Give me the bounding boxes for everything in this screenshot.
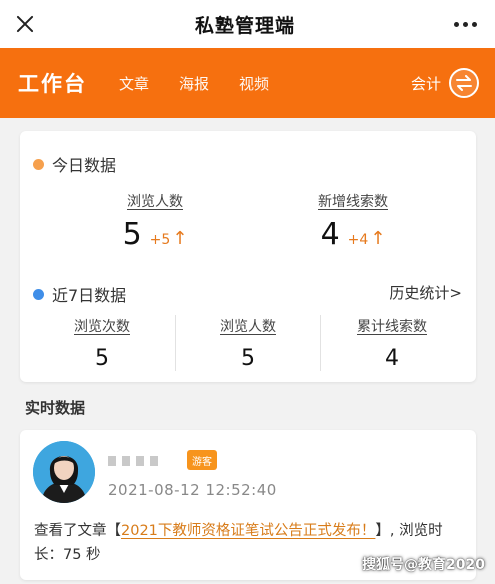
page-title: 私塾管理端 [194, 14, 295, 37]
week-views-count[interactable]: 浏览次数 5 [26, 316, 178, 371]
article-link[interactable]: 2021下教师资格证笔试公告正式发布！ [121, 523, 375, 539]
week-leads-total[interactable]: 累计线索数 4 [316, 316, 468, 371]
top-bar: 私塾管理端 [0, 0, 495, 48]
account-name[interactable]: 会计 [411, 73, 441, 94]
up-arrow-icon: ↑ [370, 228, 386, 249]
tab-articles[interactable]: 文章 [119, 73, 149, 94]
tab-videos[interactable]: 视频 [239, 73, 269, 94]
visitor-badge: 游客 [187, 450, 217, 470]
close-icon[interactable] [14, 13, 36, 35]
visit-time: 2021-08-12 12:52:40 [108, 481, 277, 499]
nav-brand-workbench[interactable]: 工作台 [18, 68, 87, 98]
today-section-header: 今日数据 [33, 152, 116, 176]
week-leads-total-label[interactable]: 累计线索数 [316, 316, 468, 336]
today-views-label[interactable]: 浏览人数 [80, 191, 230, 211]
swap-icon[interactable] [449, 68, 479, 98]
action-prefix: 查看了文章【 [34, 523, 121, 539]
week-visitors-value: 5 [241, 346, 255, 371]
week-dot-icon [33, 288, 44, 300]
main-nav: 工作台 文章 海报 视频 会计 [0, 48, 495, 118]
blurred-visitor-name [108, 456, 158, 466]
today-leads-metric[interactable]: 新增线索数 4 +4 ↑ [278, 191, 428, 252]
week-leads-total-value: 4 [385, 346, 399, 371]
today-leads-value: 4 [320, 217, 340, 252]
watermark: 搜狐号@教育2020 [362, 557, 485, 573]
stats-card: 今日数据 浏览人数 5 +5 ↑ 新增线索数 4 +4 ↑ 近7日数据 历史统计… [20, 131, 476, 382]
today-leads-label[interactable]: 新增线索数 [278, 191, 428, 211]
tab-posters[interactable]: 海报 [179, 73, 209, 94]
avatar[interactable] [33, 441, 95, 503]
today-views-delta: +5 [149, 232, 171, 248]
today-leads-delta: +4 [347, 232, 369, 248]
more-icon[interactable] [453, 21, 477, 27]
today-views-metric[interactable]: 浏览人数 5 +5 ↑ [80, 191, 230, 252]
week-visitors[interactable]: 浏览人数 5 [172, 316, 324, 371]
week-title: 近7日数据 [52, 286, 127, 305]
week-section-header: 近7日数据 [33, 282, 126, 306]
today-views-value: 5 [122, 217, 142, 252]
week-views-count-label[interactable]: 浏览次数 [26, 316, 178, 336]
realtime-title: 实时数据 [25, 399, 86, 417]
history-stats-link[interactable]: 历史统计> [389, 282, 462, 303]
today-dot-icon [33, 158, 44, 170]
today-title: 今日数据 [52, 156, 117, 175]
week-views-count-value: 5 [95, 346, 109, 371]
week-visitors-label[interactable]: 浏览人数 [172, 316, 324, 336]
up-arrow-icon: ↑ [172, 228, 188, 249]
